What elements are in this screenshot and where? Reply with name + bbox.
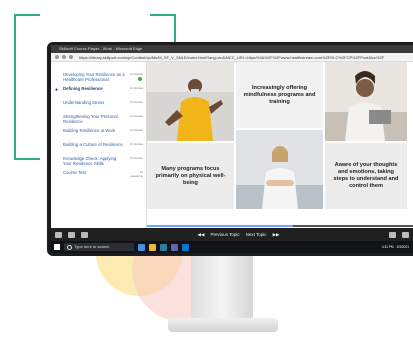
photo-woman-thinking: [325, 62, 407, 141]
sidebar-topic-item[interactable]: Understanding Stress 3 minutes: [51, 98, 146, 112]
outlook-icon[interactable]: [182, 243, 189, 251]
next-topic-icon[interactable]: ▶▶: [273, 232, 280, 238]
sidebar-topic-item[interactable]: Building a Culture of Resilience 3 minute…: [51, 140, 146, 154]
slide-text-mindfulness: Increasingly offering mindfulness progra…: [236, 62, 323, 128]
system-tray: 4:11 PM 2/3/2021: [382, 245, 413, 249]
sidebar-topic-item[interactable]: Course Test 10 questions: [51, 168, 146, 182]
monitor: Skillsoft Course Player - Work - Microso…: [47, 42, 413, 256]
settings-icon[interactable]: [389, 231, 396, 238]
sidebar-topic-label: Strengthening Your Personal Resilience: [63, 114, 118, 124]
window-titlebar: Skillsoft Course Player - Work - Microso…: [51, 45, 413, 53]
windows-start-icon[interactable]: [54, 244, 60, 250]
sidebar-topic-duration: 3 minutes: [129, 142, 143, 146]
forward-icon[interactable]: [62, 55, 66, 59]
photo-woman-arms-crossed: [236, 130, 323, 209]
completed-check-icon: [138, 77, 142, 81]
sidebar-topic-duration: 3 minutes: [129, 114, 143, 118]
next-topic-button[interactable]: Next Topic: [246, 232, 267, 238]
sidebar-topic-label: Building a Culture of Resilience: [63, 142, 123, 147]
file-explorer-icon[interactable]: [149, 243, 156, 251]
sidebar-topic-duration: 3 minutes: [129, 156, 143, 160]
sidebar-topic-item[interactable]: Building Resilience at Work 3 minutes: [51, 126, 146, 140]
sidebar-topic-item[interactable]: ● Defining Resilience 4 minutes: [51, 84, 146, 98]
monitor-stand: [191, 256, 253, 320]
sidebar-topic-duration: 3 minutes: [129, 128, 143, 132]
fullscreen-icon[interactable]: [402, 231, 409, 238]
sidebar-topic-label: Building Resilience at Work: [63, 128, 116, 133]
edge-icon[interactable]: [160, 243, 167, 251]
course-player: Developing Your Resilience as a Healthca…: [51, 62, 413, 234]
sidebar-topic-label: Defining Resilience: [63, 86, 103, 91]
url-field[interactable]: https://library.skillport.com/cp/Content…: [79, 55, 384, 60]
play-pause-icon[interactable]: [55, 231, 62, 238]
sidebar-topic-duration: 4 minutes: [129, 86, 143, 90]
volume-icon[interactable]: [68, 231, 75, 238]
sidebar-topic-label: Course Test: [63, 170, 86, 175]
sidebar-topic-duration: 3 minutes: [129, 100, 143, 104]
photo-woman-jogging: [147, 62, 234, 141]
slide-text-physical: Many programs focus primarily on physica…: [147, 143, 234, 209]
sidebar-topic-item[interactable]: Developing Your Resilience as a Healthca…: [51, 70, 146, 84]
screen: Skillsoft Course Player - Work - Microso…: [51, 45, 413, 253]
sidebar-topic-label: Knowledge Check: Applying Your Resilienc…: [63, 156, 117, 166]
slide-text-aware: Aware of your thoughts and emotions, tak…: [325, 143, 407, 209]
sidebar-topic-label: Developing Your Resilience as a Healthca…: [63, 72, 125, 82]
player-controls: ◀◀ Previous Topic Next Topic ▶▶: [51, 225, 413, 241]
previous-topic-icon[interactable]: ◀◀: [198, 232, 205, 238]
refresh-icon[interactable]: [69, 55, 73, 59]
tray-time[interactable]: 4:11 PM: [382, 245, 394, 249]
task-view-icon[interactable]: [138, 243, 145, 251]
slide-area: Increasingly offering mindfulness progra…: [147, 62, 413, 234]
decorative-bracket-left: [14, 14, 40, 160]
tray-date[interactable]: 2/3/2021: [397, 245, 409, 249]
taskbar-search-input[interactable]: Type here to search: [64, 243, 134, 251]
progress-bar[interactable]: [147, 225, 413, 227]
sidebar-topic-item[interactable]: Strengthening Your Personal Resilience 3 …: [51, 112, 146, 126]
topic-sidebar: Developing Your Resilience as a Healthca…: [51, 62, 147, 234]
progress-fill: [147, 225, 294, 227]
windows-taskbar: Type here to search 4:11 PM 2/3/2021: [51, 241, 413, 253]
current-topic-icon: ●: [55, 87, 59, 93]
captions-icon[interactable]: [81, 231, 88, 238]
teams-icon[interactable]: [171, 243, 178, 251]
sidebar-topic-item[interactable]: Knowledge Check: Applying Your Resilienc…: [51, 154, 146, 168]
back-icon[interactable]: [55, 55, 59, 59]
monitor-base: [168, 318, 278, 332]
sidebar-topic-duration: 10 questions: [130, 170, 143, 178]
sidebar-topic-label: Understanding Stress: [63, 100, 105, 105]
previous-topic-button[interactable]: Previous Topic: [210, 232, 239, 238]
address-bar: https://library.skillport.com/cp/Content…: [51, 53, 413, 62]
